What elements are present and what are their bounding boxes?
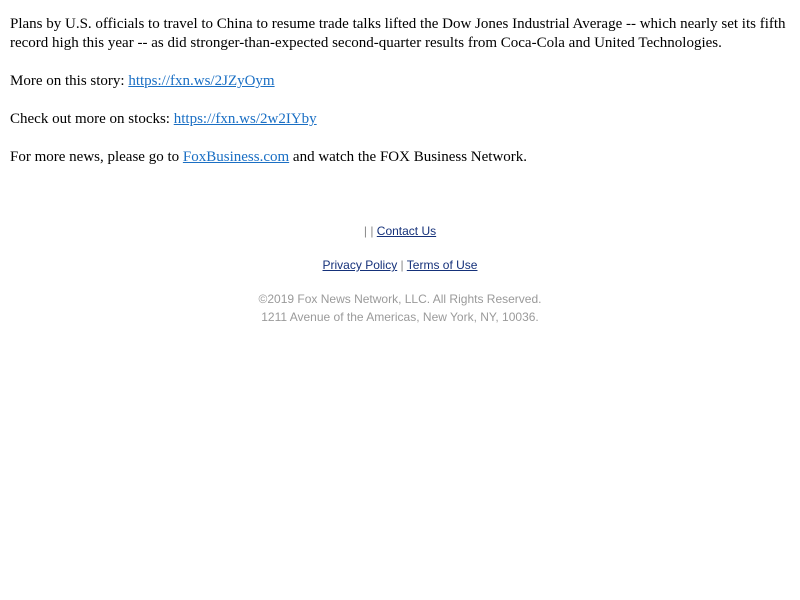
article-body: Plans by U.S. officials to travel to Chi…: [10, 15, 792, 186]
footer-separator: |: [400, 258, 404, 272]
email-page: Plans by U.S. officials to travel to Chi…: [0, 0, 800, 600]
email-footer: | | Contact Us Privacy Policy | Terms of…: [0, 222, 800, 326]
more-story-label: More on this story:: [10, 73, 129, 89]
more-news-prefix: For more news, please go to: [10, 149, 183, 165]
more-news-suffix: and watch the FOX Business Network.: [289, 149, 528, 165]
article-paragraph: Plans by U.S. officials to travel to Chi…: [10, 16, 786, 51]
address-text: 1211 Avenue of the Americas, New York, N…: [261, 310, 539, 324]
more-story-link[interactable]: https://fxn.ws/2JZyOym: [128, 73, 274, 89]
copyright-text: ©2019 Fox News Network, LLC. All Rights …: [258, 292, 542, 306]
foxbusiness-link[interactable]: FoxBusiness.com: [183, 149, 289, 165]
more-news-line: For more news, please go to FoxBusiness.…: [10, 148, 792, 167]
footer-policy-row: Privacy Policy | Terms of Use: [0, 256, 800, 274]
privacy-policy-link[interactable]: Privacy Policy: [323, 258, 398, 272]
contact-us-link[interactable]: Contact Us: [377, 224, 436, 238]
footer-separator: |: [370, 224, 374, 238]
stocks-link[interactable]: https://fxn.ws/2w2IYby: [174, 111, 317, 127]
more-story-line: More on this story: https://fxn.ws/2JZyO…: [10, 72, 792, 91]
terms-of-use-link[interactable]: Terms of Use: [407, 258, 478, 272]
footer-separator: |: [363, 224, 367, 238]
footer-links-row: | | Contact Us: [0, 222, 800, 240]
stocks-label: Check out more on stocks:: [10, 111, 174, 127]
stocks-line: Check out more on stocks: https://fxn.ws…: [10, 110, 792, 129]
